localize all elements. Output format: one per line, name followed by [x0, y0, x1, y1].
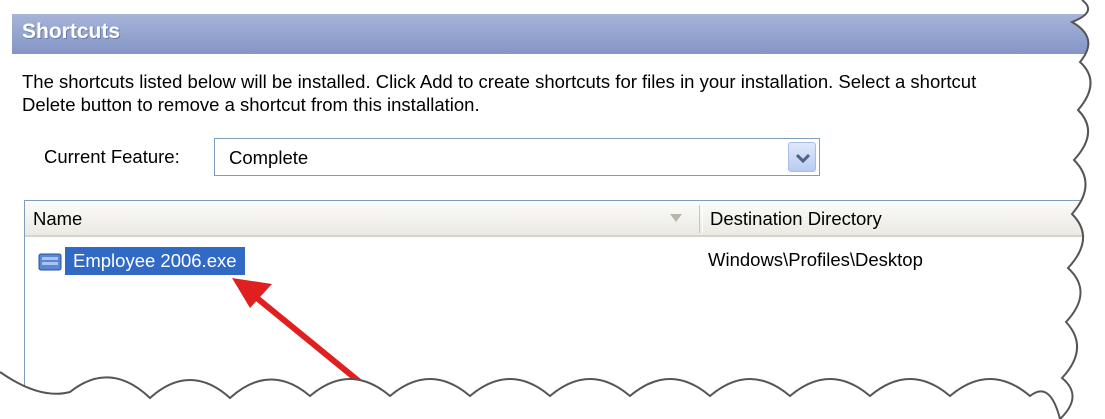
- torn-edge-decoration: [0, 0, 1105, 419]
- shortcuts-panel: Shortcuts The shortcuts listed below wil…: [0, 0, 1105, 419]
